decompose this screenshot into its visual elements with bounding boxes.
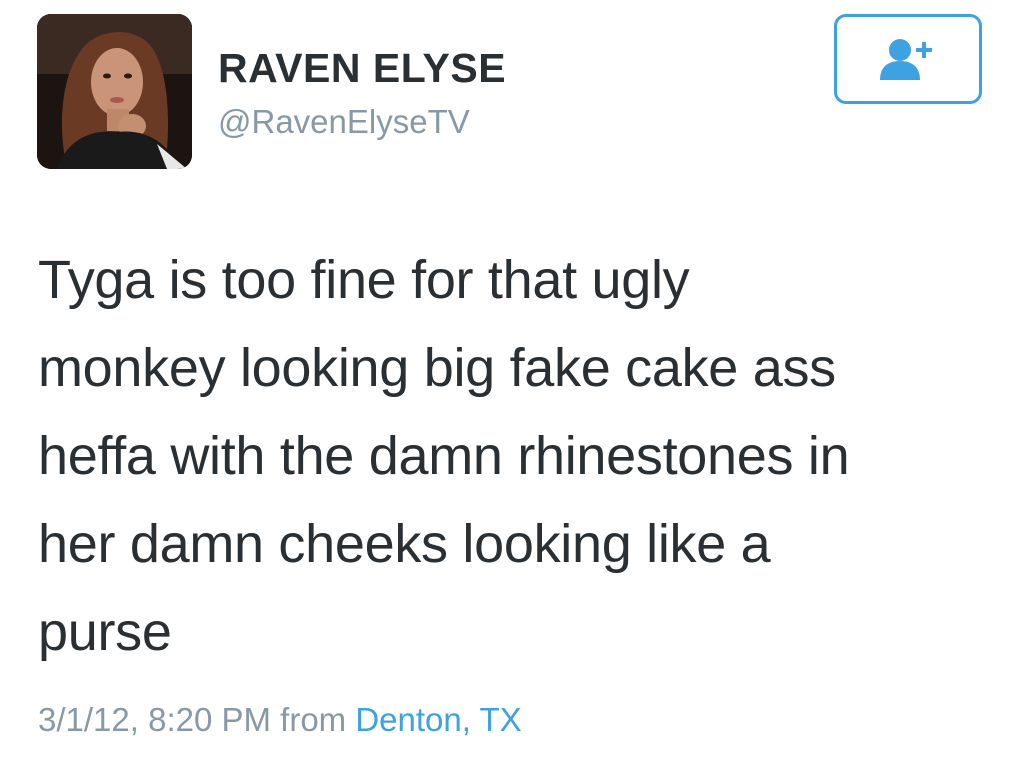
tweet-location-link[interactable]: Denton, TX: [355, 701, 521, 738]
tweet-card: RAVEN ELYSE @RavenElyseTV Tyga is too fi…: [0, 0, 1024, 768]
tweet-text: Tyga is too fine for that ugly monkey lo…: [38, 250, 850, 662]
tweet-header: RAVEN ELYSE @RavenElyseTV: [37, 14, 989, 172]
author-handle[interactable]: @RavenElyseTV: [218, 102, 506, 142]
tweet-meta: 3/1/12, 8:20 PM from Denton, TX: [38, 698, 522, 742]
author-display-name[interactable]: RAVEN ELYSE: [218, 44, 506, 92]
add-user-icon: [880, 39, 932, 80]
avatar[interactable]: [37, 14, 192, 169]
tweet-timestamp[interactable]: 3/1/12, 8:20 PM: [38, 701, 271, 738]
follow-button[interactable]: [834, 14, 982, 104]
from-label: from: [280, 701, 347, 738]
profile-photo-icon: [37, 14, 192, 169]
author-names: RAVEN ELYSE @RavenElyseTV: [218, 44, 506, 142]
